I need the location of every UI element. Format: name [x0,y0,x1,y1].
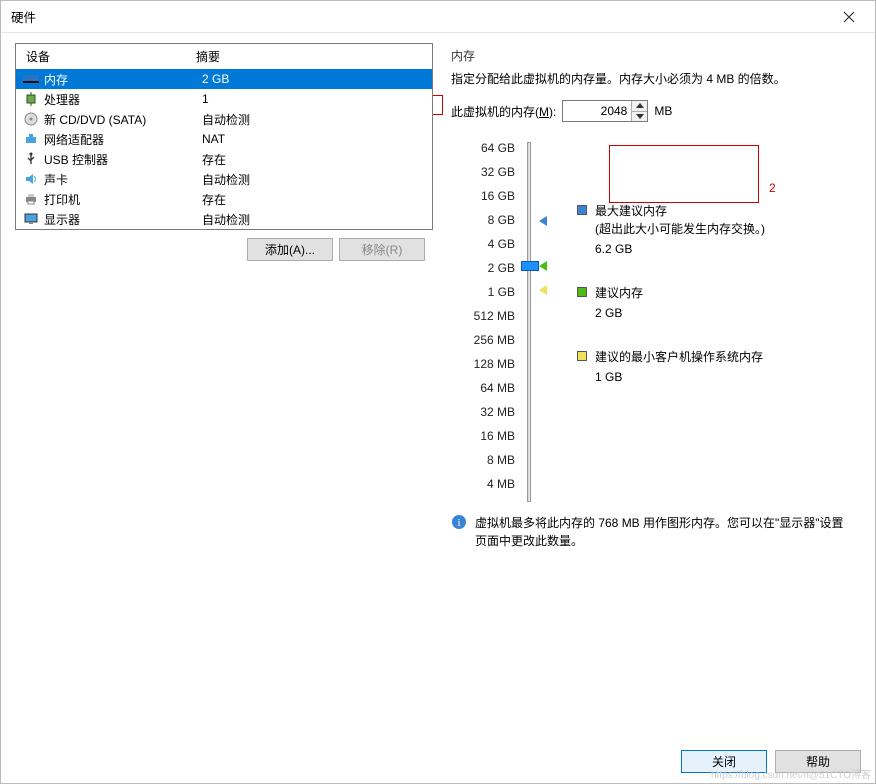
legend-max-value: 6.2 GB [577,242,855,256]
memory-slider-thumb[interactable] [521,261,539,271]
tick-label: 2 GB [451,256,521,280]
tick-label: 8 GB [451,208,521,232]
titlebar: 硬件 [1,1,875,33]
yellow-square-icon [577,351,587,361]
spin-down-icon[interactable] [632,112,647,122]
legend-rec-value: 2 GB [577,306,855,320]
tick-label: 32 MB [451,400,521,424]
device-name: 打印机 [44,191,202,208]
disc-icon [22,111,40,127]
sound-icon [22,171,40,187]
tick-label: 64 GB [451,136,521,160]
device-summary: 自动检测 [202,111,250,128]
memory-legend: 最大建议内存 (超出此大小可能发生内存交换。) 6.2 GB 建议内存 2 GB [547,136,855,496]
legend-rec-title: 建议内存 [595,284,643,302]
device-list-panel: 设备 摘要 内存2 GB处理器1新 CD/DVD (SATA)自动检测网络适配器… [15,43,433,230]
annotation-2: 2 [769,181,776,195]
close-icon[interactable] [833,1,865,33]
device-name: 显示器 [44,211,202,228]
watermark: https://blog.csdn.net/h@51CTO博客 [711,766,871,781]
device-summary: 2 GB [202,72,229,86]
device-row[interactable]: 网络适配器NAT [16,129,432,149]
tick-label: 128 MB [451,352,521,376]
printer-icon [22,191,40,207]
header-summary: 摘要 [196,48,220,65]
device-name: 声卡 [44,171,202,188]
info-icon: i [451,514,467,530]
window-title: 硬件 [11,7,36,26]
device-row[interactable]: 显示器自动检测 [16,209,432,229]
memory-spinbox[interactable] [562,100,648,122]
legend-max-title: 最大建议内存 [595,202,765,220]
tick-label: 1 GB [451,280,521,304]
device-summary: 自动检测 [202,171,250,188]
tick-label: 4 MB [451,472,521,496]
device-name: 网络适配器 [44,131,202,148]
memory-panel: 内存 指定分配给此虚拟机的内存量。内存大小必须为 4 MB 的倍数。 此虚拟机的… [445,43,861,550]
memory-description: 指定分配给此虚拟机的内存量。内存大小必须为 4 MB 的倍数。 [451,70,855,88]
device-row[interactable]: 声卡自动检测 [16,169,432,189]
recommended-memory-marker-icon [539,261,547,271]
device-summary: 1 [202,92,209,106]
display-icon [22,211,40,227]
blue-square-icon [577,205,587,215]
device-row[interactable]: 新 CD/DVD (SATA)自动检测 [16,109,432,129]
legend-max-note: (超出此大小可能发生内存交换。) [595,220,765,238]
green-square-icon [577,287,587,297]
memory-slider-track[interactable] [521,136,547,496]
add-button[interactable]: 添加(A)... [247,238,333,261]
spin-up-icon[interactable] [632,101,647,112]
device-name: 处理器 [44,91,202,108]
min-memory-marker-icon [539,285,547,295]
device-row[interactable]: 打印机存在 [16,189,432,209]
usb-icon [22,151,40,167]
tick-label: 4 GB [451,232,521,256]
device-name: USB 控制器 [44,151,202,168]
svg-text:i: i [457,517,460,529]
legend-min-value: 1 GB [577,370,855,384]
network-icon [22,131,40,147]
device-summary: NAT [202,132,225,146]
device-summary: 存在 [202,151,226,168]
info-text: 虚拟机最多将此内存的 768 MB 用作图形内存。您可以在"显示器"设置页面中更… [475,514,855,550]
remove-button[interactable]: 移除(R) [339,238,425,261]
cpu-icon [22,91,40,107]
tick-label: 512 MB [451,304,521,328]
device-row[interactable]: 内存2 GB [16,69,432,89]
memory-slider-ticks: 64 GB32 GB16 GB8 GB4 GB2 GB1 GB512 MB256… [451,136,521,496]
memory-icon [22,71,40,87]
max-memory-marker-icon [539,216,547,226]
device-name: 内存 [44,71,202,88]
tick-label: 256 MB [451,328,521,352]
device-summary: 自动检测 [202,211,250,228]
device-row[interactable]: 处理器1 [16,89,432,109]
memory-amount-label: 此虚拟机的内存(M): [451,103,556,120]
memory-unit: MB [654,104,672,118]
device-row[interactable]: USB 控制器存在 [16,149,432,169]
memory-section-title: 内存 [451,47,855,64]
tick-label: 16 MB [451,424,521,448]
tick-label: 64 MB [451,376,521,400]
legend-min-title: 建议的最小客户机操作系统内存 [595,348,763,366]
device-list-header: 设备 摘要 [16,43,432,69]
device-summary: 存在 [202,191,226,208]
header-device: 设备 [16,48,196,65]
tick-label: 32 GB [451,160,521,184]
device-name: 新 CD/DVD (SATA) [44,111,202,128]
tick-label: 8 MB [451,448,521,472]
tick-label: 16 GB [451,184,521,208]
memory-input[interactable] [563,101,631,121]
